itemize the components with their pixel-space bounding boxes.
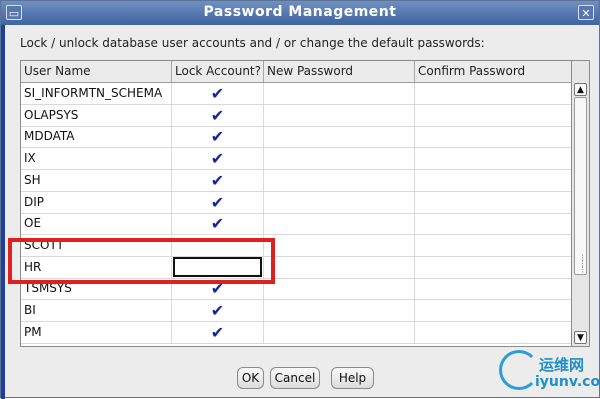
title-bar: ▭ Password Management ✕ — [1, 1, 599, 25]
ok-button[interactable]: OK — [237, 367, 264, 389]
scroll-up-icon[interactable]: ▲ — [574, 83, 587, 96]
annotation-highlight-box — [8, 238, 275, 284]
watermark-en-text: iyunv.com — [535, 374, 600, 390]
table-row[interactable]: OLAPSYS ✔ — [21, 104, 571, 127]
new-password-field[interactable] — [264, 126, 415, 148]
table-row[interactable]: MDDATA ✔ — [21, 126, 571, 149]
table-row[interactable]: PM ✔ — [21, 321, 571, 344]
confirm-password-field[interactable] — [415, 300, 571, 321]
lock-account-checkbox[interactable]: ✔ — [172, 300, 264, 321]
new-password-field[interactable] — [264, 83, 415, 104]
lock-account-checkbox[interactable]: ✔ — [172, 191, 264, 213]
user-accounts-table: User Name Lock Account? New Password Con… — [20, 60, 572, 347]
checkmark-icon: ✔ — [210, 127, 225, 147]
lock-account-checkbox[interactable]: ✔ — [172, 213, 264, 235]
user-name-cell[interactable]: PM — [21, 321, 172, 343]
checkmark-icon: ✔ — [210, 214, 225, 234]
new-password-field[interactable] — [264, 234, 415, 256]
lock-account-checkbox[interactable]: ✔ — [172, 104, 264, 126]
checkmark-icon: ✔ — [210, 192, 225, 212]
new-password-field[interactable] — [264, 169, 415, 191]
user-name-cell[interactable]: DIP — [21, 191, 172, 213]
cancel-button[interactable]: Cancel — [270, 367, 320, 389]
lock-account-checkbox[interactable]: ✔ — [172, 126, 264, 148]
dialog-title: Password Management — [203, 4, 397, 20]
new-password-field[interactable] — [264, 278, 415, 300]
new-password-field[interactable] — [264, 213, 415, 235]
table-row[interactable]: SI_INFORMTN_SCHEMA ✔ — [21, 83, 571, 105]
table-row[interactable]: BI ✔ — [21, 300, 571, 322]
confirm-password-field[interactable] — [415, 192, 571, 213]
watermark: 运维网 iyunv.com — [499, 350, 600, 398]
confirm-password-field[interactable] — [415, 322, 571, 343]
vertical-scrollbar[interactable]: ▲ ▼ — [572, 60, 590, 347]
lock-account-checkbox[interactable]: ✔ — [172, 321, 264, 343]
watermark-logo-icon — [499, 350, 539, 390]
new-password-field[interactable] — [264, 256, 415, 278]
checkmark-icon: ✔ — [210, 84, 225, 103]
confirm-password-field[interactable] — [415, 170, 571, 191]
lock-account-checkbox[interactable]: ✔ — [172, 169, 264, 191]
close-icon[interactable]: ✕ — [578, 5, 594, 20]
confirm-password-field[interactable] — [415, 83, 571, 104]
confirm-password-field[interactable] — [415, 148, 571, 169]
checkmark-icon: ✔ — [210, 170, 225, 190]
user-name-cell[interactable]: MDDATA — [21, 126, 172, 148]
scroll-down-icon[interactable]: ▼ — [574, 331, 587, 344]
confirm-password-field[interactable] — [415, 278, 571, 299]
scrollbar-thumb[interactable] — [574, 97, 587, 275]
checkmark-icon: ✔ — [210, 322, 225, 342]
confirm-password-field[interactable] — [415, 257, 571, 278]
user-name-cell[interactable]: BI — [21, 300, 172, 321]
checkmark-icon: ✔ — [210, 301, 225, 320]
column-header-new-password[interactable]: New Password — [264, 61, 415, 82]
confirm-password-field[interactable] — [415, 213, 571, 234]
user-name-cell[interactable]: OE — [21, 213, 172, 235]
instructions-text: Lock / unlock database user accounts and… — [20, 36, 485, 50]
password-management-dialog: ▭ Password Management ✕ Lock / unlock da… — [0, 0, 600, 399]
user-name-cell[interactable]: SI_INFORMTN_SCHEMA — [21, 83, 172, 104]
table-header: User Name Lock Account? New Password Con… — [21, 61, 571, 83]
new-password-field[interactable] — [264, 104, 415, 126]
new-password-field[interactable] — [264, 321, 415, 343]
help-button[interactable]: Help — [331, 367, 374, 389]
checkmark-icon: ✔ — [210, 149, 225, 169]
table-row[interactable]: IX ✔ — [21, 148, 571, 171]
new-password-field[interactable] — [264, 148, 415, 170]
user-name-cell[interactable]: SH — [21, 169, 172, 191]
confirm-password-field[interactable] — [415, 126, 571, 147]
table-row[interactable]: DIP ✔ — [21, 191, 571, 214]
confirm-password-field[interactable] — [415, 235, 571, 256]
watermark-cn-text: 运维网 — [539, 356, 585, 374]
user-name-cell[interactable]: OLAPSYS — [21, 104, 172, 126]
resize-grip-icon[interactable]: ⁝ ⁝ ⁝ — [581, 254, 584, 276]
column-header-confirm-password[interactable]: Confirm Password — [415, 61, 571, 82]
checkmark-icon: ✔ — [210, 105, 225, 125]
column-header-user-name[interactable]: User Name — [21, 61, 172, 82]
background-window-edge — [1, 25, 5, 399]
lock-account-checkbox[interactable]: ✔ — [172, 83, 264, 104]
user-name-cell[interactable]: IX — [21, 148, 172, 170]
new-password-field[interactable] — [264, 191, 415, 213]
lock-account-checkbox[interactable]: ✔ — [172, 148, 264, 170]
table-row[interactable]: SH ✔ — [21, 169, 571, 192]
confirm-password-field[interactable] — [415, 105, 571, 126]
column-header-lock-account[interactable]: Lock Account? — [172, 61, 264, 82]
table-row[interactable]: OE ✔ — [21, 213, 571, 236]
new-password-field[interactable] — [264, 300, 415, 321]
